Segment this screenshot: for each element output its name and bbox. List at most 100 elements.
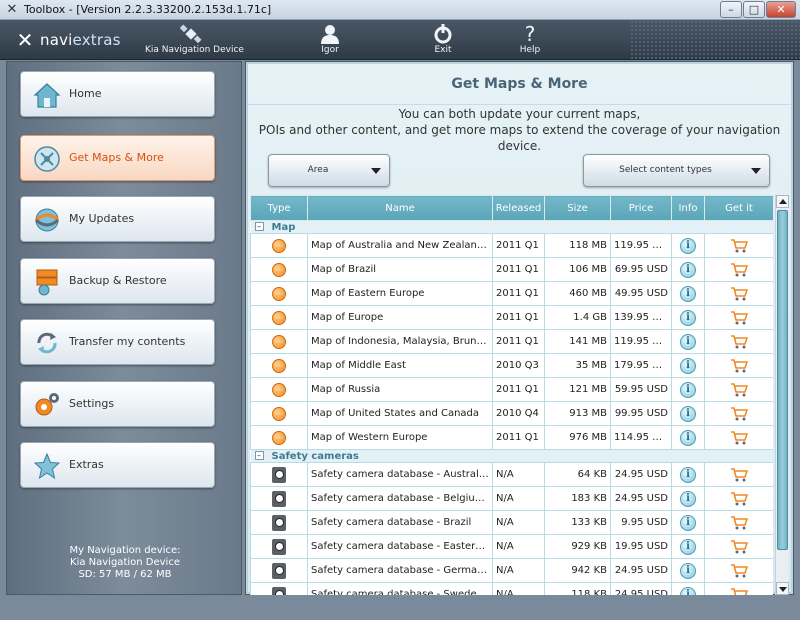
add-to-cart-button[interactable] xyxy=(730,430,748,444)
cart-icon xyxy=(731,515,748,529)
table-row[interactable]: Safety camera database - Eastern Eu... N/… xyxy=(250,534,773,559)
cell-price: 24.95 USD xyxy=(610,558,672,583)
exit-button[interactable]: Exit xyxy=(425,24,461,58)
add-to-cart-button[interactable] xyxy=(730,238,748,252)
add-to-cart-button[interactable] xyxy=(730,406,748,420)
close-button[interactable]: ✕ xyxy=(766,1,796,18)
table-row[interactable]: Map of Indonesia, Malaysia, Brunei Da...… xyxy=(250,329,773,354)
scroll-up-arrow-icon[interactable] xyxy=(776,195,789,208)
info-icon[interactable]: i xyxy=(680,357,696,374)
minimize-button[interactable]: – xyxy=(720,1,742,18)
cell-price: 69.95 USD xyxy=(610,257,672,282)
add-to-cart-button[interactable] xyxy=(730,286,748,300)
sidebar-item-home[interactable]: Home xyxy=(20,71,215,117)
table-row[interactable]: Safety camera database - Brazil N/A 133 KB… xyxy=(250,510,773,535)
sidebar-item-settings[interactable]: Settings xyxy=(20,381,215,427)
sidebar-item-backup-restore[interactable]: Backup & Restore xyxy=(20,258,215,304)
info-icon[interactable]: i xyxy=(680,490,696,507)
table-row[interactable]: Safety camera database - Belgium, N... N/… xyxy=(250,486,773,511)
intro-line: You can both update your current maps, xyxy=(398,107,641,121)
question-icon: ? xyxy=(525,24,536,44)
info-icon[interactable]: i xyxy=(680,538,696,555)
cell-size: 118 MB xyxy=(544,233,611,258)
cell-info: i xyxy=(671,257,705,282)
table-row[interactable]: Map of Australia and New Zealand (w... 20… xyxy=(250,233,773,258)
cell-released: 2011 Q1 xyxy=(492,425,545,450)
table-row[interactable]: Safety camera database - Australia, N...… xyxy=(250,462,773,487)
add-to-cart-button[interactable] xyxy=(730,467,748,481)
add-to-cart-button[interactable] xyxy=(730,515,748,529)
add-to-cart-button[interactable] xyxy=(730,491,748,505)
cell-size: 106 MB xyxy=(544,257,611,282)
sidebar-item-my-updates[interactable]: My Updates xyxy=(20,196,215,242)
add-to-cart-button[interactable] xyxy=(730,539,748,553)
sidebar-item-extras[interactable]: Extras xyxy=(20,442,215,488)
table-row[interactable]: Map of Western Europe 2011 Q1 976 MB 114.95… xyxy=(250,425,773,450)
user-button[interactable]: Igor xyxy=(312,24,348,58)
info-icon[interactable]: i xyxy=(680,586,696,595)
table-row[interactable]: Safety camera database - Germany a... N/A… xyxy=(250,558,773,583)
table-row[interactable]: Map of Middle East 2010 Q3 35 MB 179.95 USD… xyxy=(250,353,773,378)
collapse-toggle-icon[interactable]: – xyxy=(254,451,264,460)
table-row[interactable]: Map of United States and Canada 2010 Q4 91… xyxy=(250,401,773,426)
info-icon[interactable]: i xyxy=(680,466,696,483)
area-dropdown[interactable]: Area xyxy=(268,154,390,187)
info-icon[interactable]: i xyxy=(680,405,696,422)
sidebar-item-get-maps[interactable]: Get Maps & More xyxy=(20,135,215,181)
info-icon[interactable]: i xyxy=(680,237,696,254)
sidebar-item-label: Backup & Restore xyxy=(69,274,167,287)
add-to-cart-button[interactable] xyxy=(730,262,748,276)
cell-size: 141 MB xyxy=(544,329,611,354)
cart-icon xyxy=(731,467,748,481)
add-to-cart-button[interactable] xyxy=(730,587,748,595)
info-icon[interactable]: i xyxy=(680,261,696,278)
maximize-button[interactable]: □ xyxy=(743,1,765,18)
add-to-cart-button[interactable] xyxy=(730,382,748,396)
info-icon[interactable]: i xyxy=(680,381,696,398)
add-to-cart-button[interactable] xyxy=(730,563,748,577)
add-to-cart-button[interactable] xyxy=(730,334,748,348)
scroll-down-arrow-icon[interactable] xyxy=(776,582,789,595)
column-header-get-it[interactable]: Get it xyxy=(704,195,773,221)
group-header-row[interactable]: – Safety cameras xyxy=(250,449,773,463)
cell-name: Map of Australia and New Zealand (w... xyxy=(307,233,493,258)
collapse-toggle-icon[interactable]: – xyxy=(254,222,264,231)
column-header-released[interactable]: Released xyxy=(492,195,545,221)
cell-info: i xyxy=(671,582,705,595)
title-divider xyxy=(248,104,791,105)
group-name: Map xyxy=(271,221,296,233)
device-button[interactable]: Kia Navigation Device xyxy=(145,24,244,58)
column-header-name[interactable]: Name xyxy=(307,195,493,221)
help-button[interactable]: ? Help xyxy=(512,24,548,58)
column-header-size[interactable]: Size xyxy=(544,195,611,221)
cell-released: 2011 Q1 xyxy=(492,329,545,354)
table-row[interactable]: Map of Eastern Europe 2011 Q1 460 MB 49.95 … xyxy=(250,281,773,306)
table-row[interactable]: Map of Europe 2011 Q1 1.4 GB 139.95 USD i xyxy=(250,305,773,330)
table-row[interactable]: Map of Russia 2011 Q1 121 MB 59.95 USD i xyxy=(250,377,773,402)
table-scrollbar[interactable] xyxy=(775,195,789,595)
app-x-icon[interactable]: ✕ xyxy=(4,2,20,18)
add-to-cart-button[interactable] xyxy=(730,358,748,372)
cart-icon xyxy=(731,382,748,396)
cart-icon xyxy=(731,491,748,505)
column-header-type[interactable]: Type xyxy=(250,195,308,221)
sidebar-item-transfer[interactable]: Transfer my contents xyxy=(20,319,215,365)
add-to-cart-button[interactable] xyxy=(730,310,748,324)
table-row[interactable]: Safety camera database - Sweden, N... N/A… xyxy=(250,582,773,595)
content-type-dropdown[interactable]: Select content types xyxy=(583,154,770,187)
power-icon xyxy=(434,24,452,44)
column-header-info[interactable]: Info xyxy=(671,195,705,221)
info-icon[interactable]: i xyxy=(680,562,696,579)
scrollbar-thumb[interactable] xyxy=(777,210,788,550)
info-icon[interactable]: i xyxy=(680,309,696,326)
info-icon[interactable]: i xyxy=(680,429,696,446)
info-icon[interactable]: i xyxy=(680,333,696,350)
info-icon[interactable]: i xyxy=(680,514,696,531)
column-header-price[interactable]: Price xyxy=(610,195,672,221)
cell-released: N/A xyxy=(492,582,545,595)
group-header-row[interactable]: – Map xyxy=(250,220,773,234)
cell-name: Safety camera database - Belgium, N... xyxy=(307,486,493,511)
cell-name: Map of Middle East xyxy=(307,353,493,378)
info-icon[interactable]: i xyxy=(680,285,696,302)
table-row[interactable]: Map of Brazil 2011 Q1 106 MB 69.95 USD i xyxy=(250,257,773,282)
